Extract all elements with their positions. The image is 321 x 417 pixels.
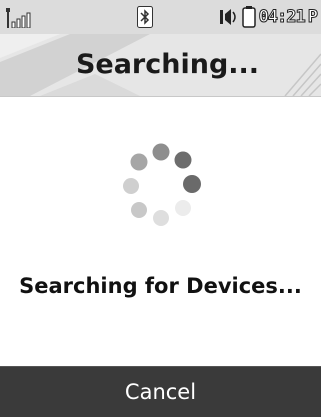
page-title: Searching... [75, 49, 260, 80]
speaker-icon [219, 9, 236, 25]
signal-icon [6, 8, 31, 28]
loading-spinner-icon [123, 143, 201, 226]
softkey-bar: Cancel [0, 366, 321, 417]
phone-screen: 04:21 P Searching... Searching for Devic… [0, 0, 321, 417]
screen-header: Searching... [0, 34, 321, 97]
status-bar: 04:21 P [0, 0, 321, 34]
battery-icon [241, 6, 256, 28]
status-message: Searching for Devices... [19, 274, 302, 298]
bluetooth-icon [137, 6, 153, 28]
status-time-suffix: P [307, 7, 318, 28]
status-time: 04:21 [258, 7, 306, 28]
cancel-button[interactable]: Cancel [0, 367, 321, 417]
status-right-icons: 04:21 P [219, 5, 319, 29]
